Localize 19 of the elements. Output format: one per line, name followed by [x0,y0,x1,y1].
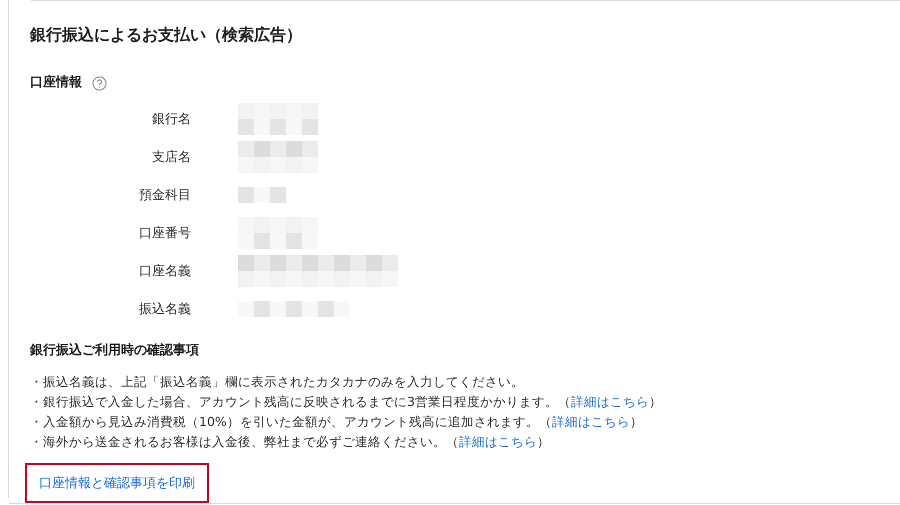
section-heading: 銀行振込ご利用時の確認事項 [30,342,200,360]
field-label: 振込名義 [138,301,191,318]
details-link[interactable]: 詳細はこちら [570,394,649,409]
note-text: ・振込名義は、上記「振込名義」欄に表示されたカタカナのみを入力してください。 [30,373,525,391]
field-label: 口座番号 [138,225,191,242]
details-link[interactable]: 詳細はこちら [459,434,537,449]
print-link[interactable]: 口座情報と確認事項を印刷 [25,463,209,503]
help-icon[interactable] [92,76,107,90]
field-label: 預金科目 [138,187,191,204]
note-text: ・海外から送金されるお客様は入金後、弊社まで必ずご連絡ください。（詳細はこちら） [30,433,551,451]
details-link[interactable]: 詳細はこちら [552,414,630,429]
pixelated-mask-drawing [238,187,286,203]
note-text: ・銀行振込で入金した場合、アカウント残高に反映されるまでに3営業日程度かかります。（詳細はこちら） [30,393,663,411]
field-label: 銀行名 [151,111,191,128]
note-text: ・入金額から見込み消費税（10%）を引いた金額が、アカウント残高に追加されます。（詳細はこちら） [30,413,644,431]
section-heading: 口座情報 [30,74,82,92]
field-label: 口座名義 [138,263,191,280]
field-label: 支店名 [151,149,191,166]
page-title: 銀行振込によるお支払い（検索広告） [30,24,303,46]
